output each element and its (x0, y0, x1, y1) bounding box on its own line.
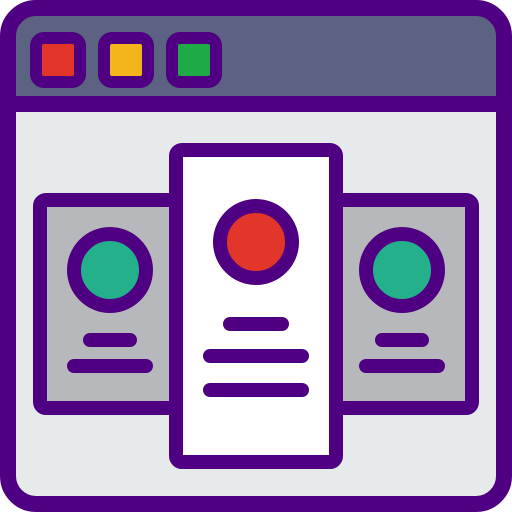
center-card-avatar-icon (213, 199, 299, 285)
center-card-bg (169, 143, 343, 469)
center-card (169, 143, 343, 469)
left-card (33, 193, 187, 415)
right-card (325, 193, 479, 415)
minimize-dot-icon[interactable] (98, 32, 154, 88)
right-card-avatar-icon (359, 227, 445, 313)
window-controls (30, 32, 222, 88)
icon-canvas (0, 0, 512, 512)
close-dot-icon[interactable] (30, 32, 86, 88)
left-card-avatar-icon (67, 227, 153, 313)
maximize-dot-icon[interactable] (166, 32, 222, 88)
browser-card-carousel-icon (0, 0, 512, 512)
